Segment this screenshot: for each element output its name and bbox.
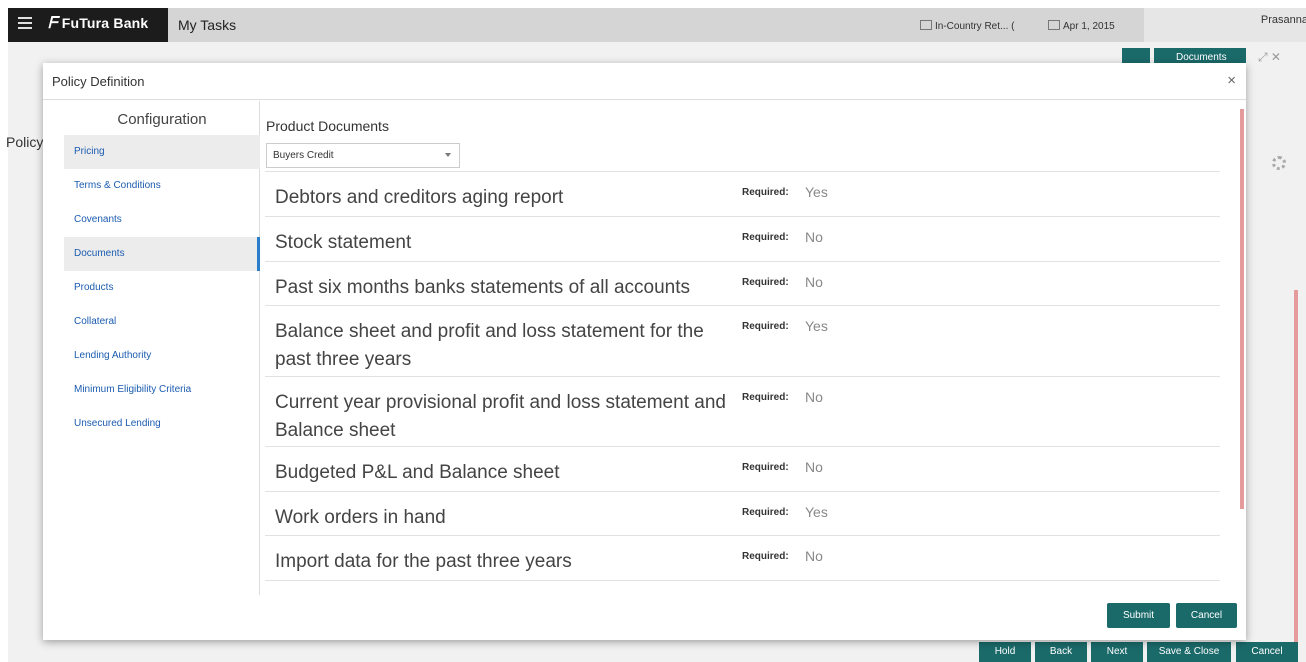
required-label: Required: [742,277,789,288]
submit-button[interactable]: Submit [1107,603,1170,628]
sidebar-item-collateral[interactable]: Collateral [64,305,260,339]
required-value: No [805,389,823,405]
document-row: Import data for the past three years Req… [265,535,1220,580]
document-name: Debtors and creditors aging report [275,187,564,208]
calendar-icon [1048,20,1060,30]
top-bar: ᖴ FuTura Bank My Tasks In-Country Ret... … [8,8,1306,42]
required-value: Yes [805,318,828,334]
cancel-button[interactable]: Cancel [1176,603,1237,628]
sidebar-item-terms-conditions[interactable]: Terms & Conditions [64,169,260,203]
branch-selector[interactable]: In-Country Ret... ( [920,20,1014,32]
sidebar-item-lending-authority[interactable]: Lending Authority [64,339,260,373]
sidebar-item-minimum-eligibility-criteria[interactable]: Minimum Eligibility Criteria [64,373,260,407]
close-icon[interactable]: × [1227,72,1236,89]
configuration-sidebar: Configuration Pricing Terms & Conditions… [64,101,260,595]
required-value: No [805,459,823,475]
background-scrollbar[interactable] [1294,290,1298,650]
hamburger-menu-icon[interactable] [18,17,32,29]
product-documents-label: Product Documents [266,118,389,134]
required-value: No [805,274,823,290]
sidebar-title: Configuration [117,111,207,128]
modal-header: Policy Definition × [43,63,1246,100]
document-name: Work orders in hand [275,507,446,528]
document-row: Past six months banks statements of all … [265,261,1220,305]
logo-mark-icon: ᖴ [48,15,58,32]
required-label: Required: [742,507,789,518]
tab-my-tasks[interactable]: My Tasks [168,8,1296,42]
required-value: Yes [805,504,828,520]
required-value: No [805,229,823,245]
back-button[interactable]: Back [1035,642,1087,662]
document-row: Balance sheet and profit and loss statem… [265,305,1220,376]
document-row: Stock statement Required: No [265,216,1220,261]
tab-my-tasks-label: My Tasks [178,17,237,33]
document-row: Debtors and creditors aging report Requi… [265,171,1220,216]
required-label: Required: [742,321,789,332]
date-display[interactable]: Apr 1, 2015 [1048,20,1115,32]
bank-icon [920,20,932,30]
branch-label: In-Country Ret... ( [935,21,1015,32]
required-label: Required: [742,551,789,562]
document-row: Work orders in hand Required: Yes [265,491,1220,535]
sidebar-item-documents[interactable]: Documents [64,237,260,271]
chevron-down-icon [445,153,451,157]
background-page-title: Policy [6,134,44,150]
date-label: Apr 1, 2015 [1063,21,1115,32]
brand-logo: ᖴ FuTura Bank [48,15,148,33]
next-button[interactable]: Next [1091,642,1143,662]
modal-title: Policy Definition [52,74,145,89]
required-value: Yes [805,184,828,200]
required-label: Required: [742,462,789,473]
window-controls[interactable]: ⤢ ✕ [1258,50,1281,65]
required-label: Required: [742,392,789,403]
page-cancel-button[interactable]: Cancel [1236,642,1298,662]
sidebar-item-pricing[interactable]: Pricing [64,135,260,169]
brand-name: FuTura Bank [61,15,149,31]
save-close-button[interactable]: Save & Close [1147,642,1231,662]
user-name: Prasanna [1260,14,1306,26]
document-name: Budgeted P&L and Balance sheet [275,462,560,483]
document-row: Budgeted P&L and Balance sheet Required:… [265,446,1220,491]
document-name: Past six months banks statements of all … [275,277,691,298]
document-name: Import data for the past three years [275,551,572,572]
gear-icon[interactable] [1272,156,1286,170]
product-select-value: Buyers Credit [273,150,334,161]
required-label: Required: [742,187,789,198]
required-value: No [805,548,823,564]
table-divider [265,580,1220,581]
document-row: Current year provisional profit and loss… [265,376,1220,446]
sidebar-item-products[interactable]: Products [64,271,260,305]
sidebar-item-covenants[interactable]: Covenants [64,203,260,237]
hold-button[interactable]: Hold [979,642,1031,662]
document-name: Balance sheet and profit and loss statem… [275,321,704,370]
document-name: Current year provisional profit and loss… [275,392,726,441]
product-documents-panel: Product Documents Buyers Credit Debtors … [265,101,1225,595]
modal-scrollbar[interactable] [1240,109,1244,509]
user-menu[interactable]: Prasanna [1144,8,1306,42]
sidebar-item-unsecured-lending[interactable]: Unsecured Lending [64,407,260,441]
product-select[interactable]: Buyers Credit [266,143,460,168]
document-name: Stock statement [275,232,412,253]
required-label: Required: [742,232,789,243]
policy-definition-modal: Policy Definition × Configuration Pricin… [43,63,1246,640]
